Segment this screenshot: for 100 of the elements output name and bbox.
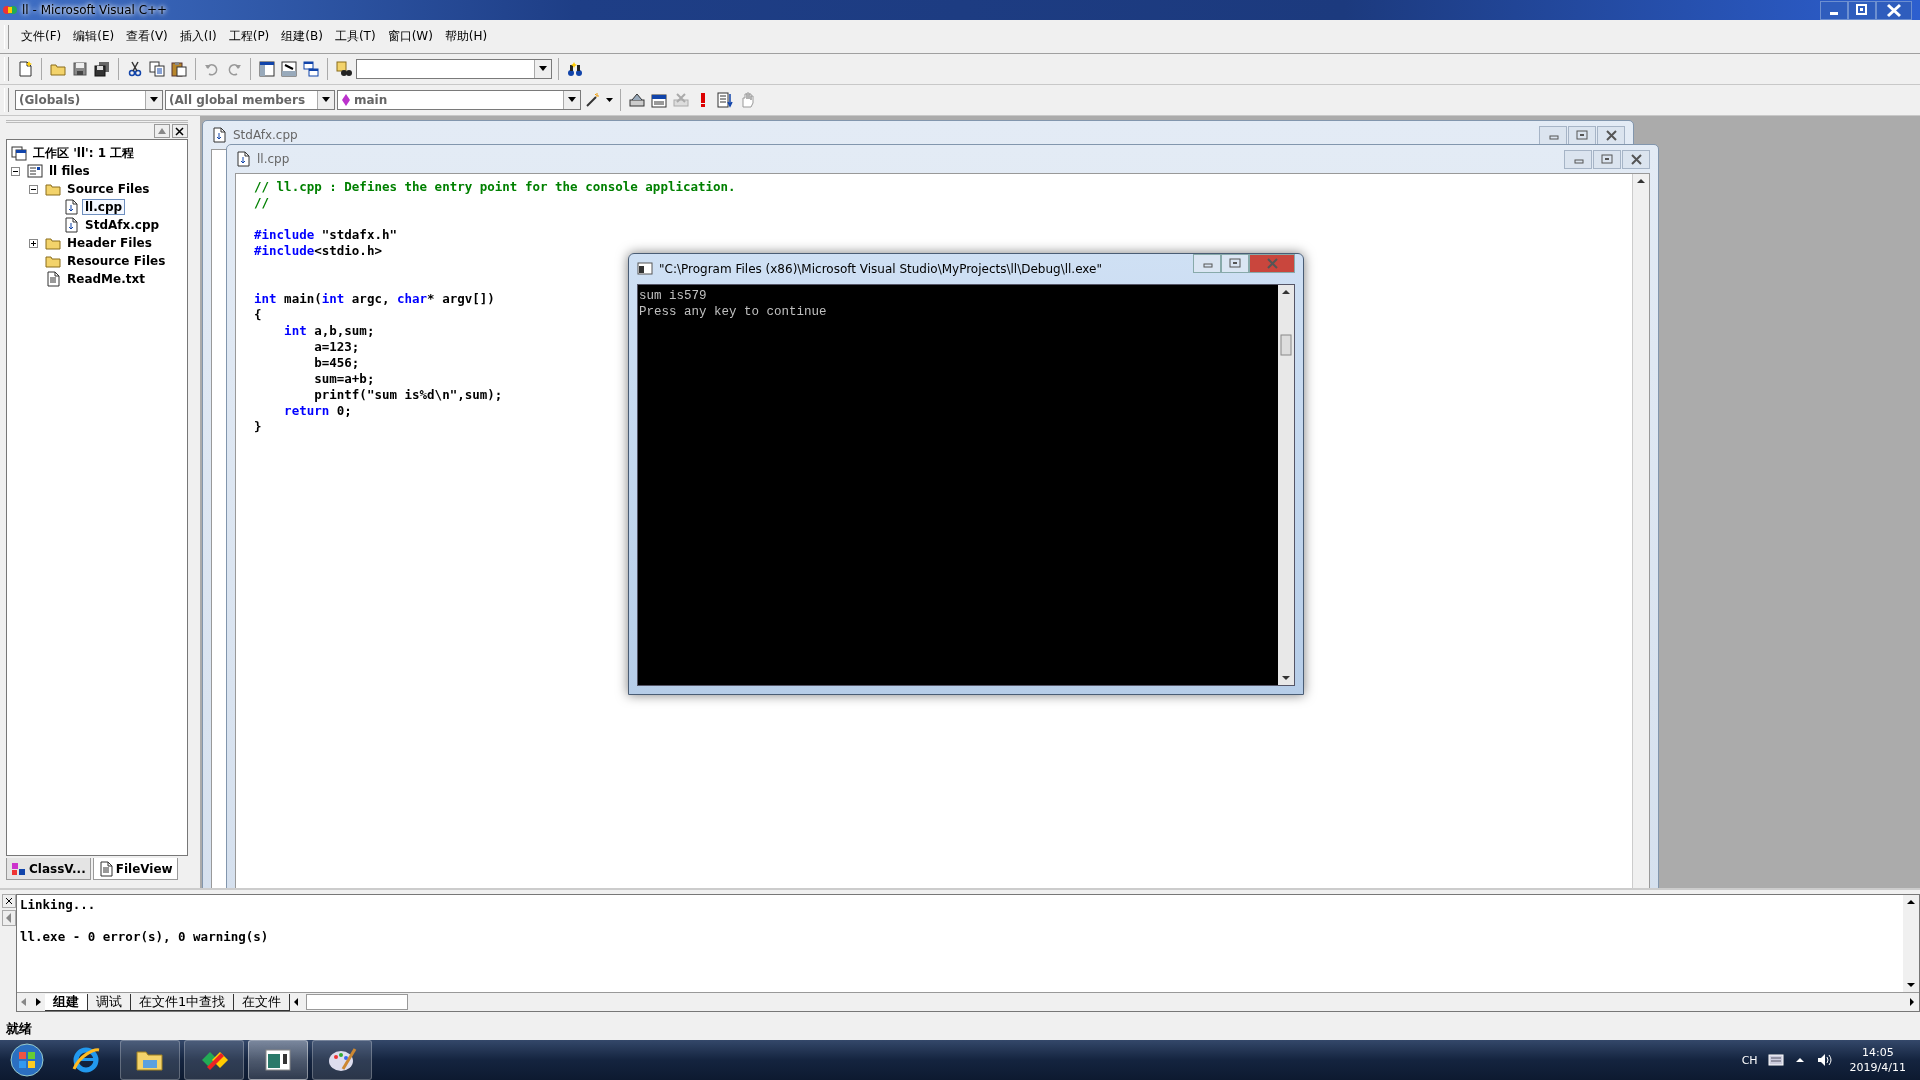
menu-item[interactable]: 组建(B) [275, 26, 329, 47]
save-icon[interactable] [72, 61, 88, 77]
console-output-line: Press any key to continue [639, 304, 828, 320]
code-line: int main(int argc, char* argv[]) [254, 291, 495, 306]
collapse-button[interactable] [29, 184, 38, 194]
source-file-icon [63, 217, 79, 233]
document-title: ll.cpp [257, 152, 291, 166]
code-line: #include "stdafx.h" [254, 227, 397, 242]
code-line: a=123; [313, 339, 360, 354]
output-tab[interactable]: 调试 [88, 993, 131, 1011]
view-tab[interactable]: ClassV... [6, 858, 91, 880]
keyboard-icon[interactable] [1767, 1052, 1784, 1068]
console-window-icon [637, 261, 653, 277]
maximize-icon[interactable] [1593, 149, 1621, 169]
open-folder-icon[interactable] [50, 61, 66, 77]
save-all-icon[interactable] [94, 61, 110, 77]
console-output-line: sum is579 [639, 288, 708, 304]
collapse-button[interactable] [11, 166, 20, 176]
paste-icon[interactable] [171, 61, 187, 77]
binoculars-icon[interactable] [567, 61, 583, 77]
copy-icon[interactable] [149, 61, 165, 77]
language-indicator[interactable]: CH [1741, 1053, 1758, 1067]
menu-item[interactable]: 工具(T) [328, 26, 382, 47]
taskbar-button[interactable] [184, 1040, 244, 1080]
code-line: b=456; [313, 355, 360, 370]
menu-item[interactable]: 查看(V) [120, 26, 174, 47]
maximize-icon[interactable] [1568, 125, 1596, 145]
folder-icon [45, 181, 61, 197]
close-icon[interactable] [1876, 0, 1912, 20]
output-tab[interactable]: 在文件1中查找 [131, 993, 235, 1011]
new-file-icon[interactable] [17, 61, 33, 77]
view-tab[interactable]: FileView [92, 858, 178, 880]
close-icon[interactable] [2, 894, 16, 908]
expand-button[interactable] [29, 238, 38, 248]
close-icon[interactable] [1597, 125, 1625, 145]
document-icon [235, 151, 251, 167]
code-line: #include<stdio.h> [254, 243, 382, 258]
code-line: int a,b,sum; [283, 323, 375, 338]
output-window-icon[interactable] [281, 61, 297, 77]
project-icon [27, 163, 43, 179]
horizontal-scrollbar[interactable] [306, 994, 409, 1010]
document-icon [211, 127, 227, 143]
function-icon [341, 93, 351, 107]
step-icon[interactable] [717, 92, 733, 108]
taskbar-button[interactable] [312, 1040, 372, 1080]
tree-item[interactable]: ll.cpp [82, 199, 126, 215]
taskbar-button[interactable] [120, 1040, 180, 1080]
tree-item[interactable]: Source Files [64, 181, 153, 197]
browser-icon [72, 1045, 102, 1075]
close-icon[interactable] [172, 124, 188, 138]
scope-combo[interactable]: (Globals) [15, 90, 163, 110]
compile-icon[interactable] [629, 92, 645, 108]
menu-item[interactable]: 工程(P) [222, 26, 276, 47]
console-title: "C:\Program Files (x86)\Microsoft Visual Studio\MyProjects\ll\Debug\ll.exe" [659, 262, 1103, 276]
build-icon[interactable] [651, 92, 667, 108]
menu-item[interactable]: 编辑(E) [67, 26, 121, 47]
code-line: { [254, 307, 262, 322]
folder-icon [45, 235, 61, 251]
function-combo[interactable]: main [337, 90, 581, 110]
file-view-icon [97, 860, 113, 877]
minimize-icon[interactable] [1820, 0, 1848, 20]
cut-icon[interactable] [127, 61, 143, 77]
menu-item[interactable]: 帮助(H) [438, 26, 494, 47]
workspace-icon [11, 145, 27, 161]
code-line: return 0; [283, 403, 352, 418]
class-view-icon [11, 860, 26, 877]
code-line: } [254, 419, 262, 434]
folder-icon [45, 253, 61, 269]
workspace-icon[interactable] [259, 61, 275, 77]
code-line: printf("sum is%d\n",sum); [313, 387, 503, 402]
close-icon[interactable] [1622, 149, 1650, 169]
restore-icon[interactable] [1848, 0, 1876, 20]
build-output-text: Linking... ll.exe - 0 error(s), 0 warning(s) [19, 896, 270, 946]
clock-date[interactable]: 2019/4/11 [1849, 1061, 1906, 1074]
clock-time[interactable]: 14:05 [1861, 1046, 1894, 1059]
volume-icon[interactable] [1815, 1052, 1832, 1068]
find-field[interactable] [356, 59, 552, 79]
wizard-wand-icon[interactable] [585, 92, 601, 108]
code-line: // ll.cpp : Defines the entry point for the console application. [254, 179, 736, 194]
tree-item[interactable]: ll files [46, 163, 93, 179]
tree-item[interactable]: Header Files [64, 235, 155, 251]
output-tab[interactable]: 组建 [45, 993, 88, 1011]
tree-item[interactable]: StdAfx.cpp [82, 217, 163, 233]
members-combo[interactable]: (All global members [165, 90, 335, 110]
tree-item[interactable]: 工作区 'll': 1 工程 [30, 143, 138, 163]
menu-item[interactable]: 窗口(W) [381, 26, 439, 47]
output-tab[interactable]: 在文件 [234, 993, 291, 1011]
text-file-icon [45, 271, 61, 287]
scroll-thumb-icon[interactable] [1278, 334, 1294, 356]
windows-orb-icon [10, 1043, 44, 1077]
find-in-files-icon[interactable] [336, 61, 352, 77]
code-line: sum=a+b; [313, 371, 375, 386]
tree-item[interactable]: ReadMe.txt [64, 271, 148, 287]
taskbar-button[interactable] [248, 1040, 308, 1080]
source-file-icon [63, 199, 79, 215]
tree-item[interactable]: Resource Files [64, 253, 169, 269]
menu-item[interactable]: 文件(F) [15, 26, 68, 47]
menu-item[interactable]: 插入(I) [173, 26, 223, 47]
window-list-icon[interactable] [303, 61, 319, 77]
maximize-icon[interactable] [1221, 254, 1249, 273]
